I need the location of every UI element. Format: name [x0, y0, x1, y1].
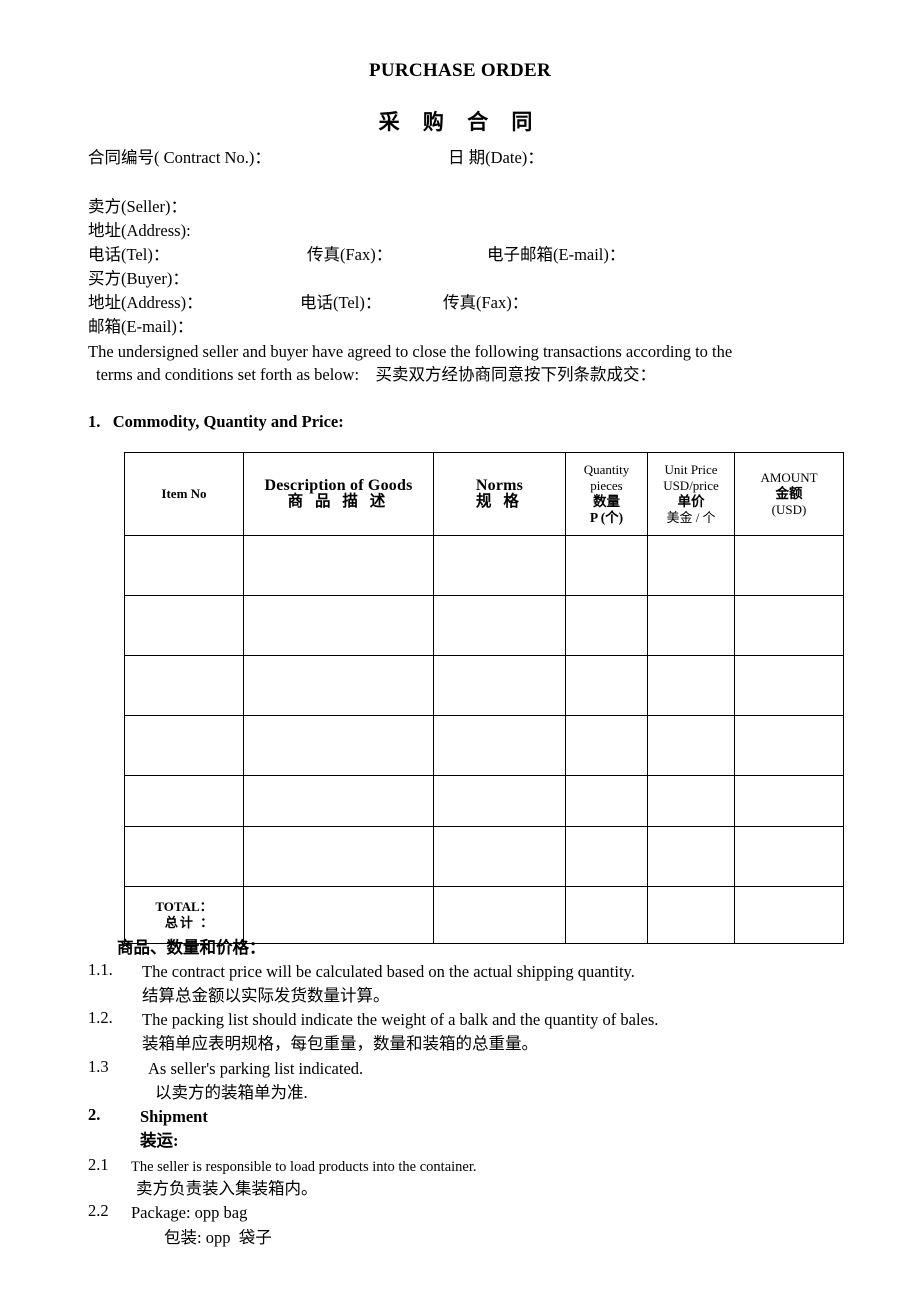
- clause-1-1-chinese: 结算总金额以实际发货数量计算。: [142, 986, 390, 1005]
- clause-2-2-chinese: 包装: opp 袋子: [164, 1228, 272, 1247]
- cell-item-no[interactable]: [124, 535, 244, 596]
- column-header-amount: AMOUNT 金额 (USD): [734, 452, 844, 536]
- cell-norms[interactable]: [433, 775, 566, 827]
- cell-quantity[interactable]: [565, 826, 648, 887]
- clause-1-2-chinese: 装箱单应表明规格，每包重量，数量和装箱的总重量。: [142, 1034, 538, 1053]
- buyer-email-label: 邮箱(E-mail)：: [88, 317, 194, 336]
- commodity-table: Item No Description of Goods 商 品 描 述 Nor…: [124, 452, 844, 944]
- page-title-english: PURCHASE ORDER: [368, 60, 552, 81]
- cell-description[interactable]: [243, 655, 434, 716]
- cell-amount[interactable]: [734, 826, 844, 887]
- clause-1-3-chinese: 以卖方的装箱单为准.: [155, 1083, 308, 1102]
- seller-label: 卖方(Seller)：: [88, 197, 187, 216]
- seller-tel-label: 电话(Tel)：: [88, 245, 170, 264]
- cell-quantity[interactable]: [565, 535, 648, 596]
- total-cell-unit-price[interactable]: [647, 886, 735, 944]
- total-cell-amount[interactable]: [734, 886, 844, 944]
- cell-unit-price[interactable]: [647, 535, 735, 596]
- cell-amount[interactable]: [734, 535, 844, 596]
- cell-amount[interactable]: [734, 775, 844, 827]
- clause-1-3-english: As seller's parking list indicated.: [148, 1059, 364, 1078]
- section-2-heading-english: Shipment: [140, 1107, 208, 1126]
- clause-2-1-number: 2.1: [88, 1155, 109, 1174]
- cell-quantity[interactable]: [565, 715, 648, 776]
- table-row[interactable]: [124, 595, 844, 656]
- buyer-label: 买方(Buyer)：: [88, 269, 189, 288]
- buyer-address-label: 地址(Address)：: [88, 293, 203, 312]
- cell-norms[interactable]: [433, 595, 566, 656]
- cell-norms[interactable]: [433, 826, 566, 887]
- clause-2-1-chinese: 卖方负责装入集装箱内。: [136, 1179, 318, 1198]
- cell-description[interactable]: [243, 715, 434, 776]
- commodity-table-wrapper: Item No Description of Goods 商 品 描 述 Nor…: [124, 452, 844, 944]
- cell-quantity[interactable]: [565, 655, 648, 716]
- cell-norms[interactable]: [433, 655, 566, 716]
- cell-description[interactable]: [243, 775, 434, 827]
- seller-fax-label: 传真(Fax)：: [307, 245, 393, 264]
- agreement-line-2: terms and conditions set forth as below:…: [96, 365, 657, 384]
- cell-amount[interactable]: [734, 715, 844, 776]
- cell-item-no[interactable]: [124, 595, 244, 656]
- agreement-line-1: The undersigned seller and buyer have ag…: [88, 342, 733, 361]
- date-label: 日 期(Date)：: [448, 148, 544, 167]
- cell-norms[interactable]: [433, 535, 566, 596]
- cell-item-no[interactable]: [124, 655, 244, 716]
- clause-1-3-number: 1.3: [88, 1057, 109, 1076]
- total-cell-norms[interactable]: [433, 886, 566, 944]
- cell-item-no[interactable]: [124, 715, 244, 776]
- table-header-row: Item No Description of Goods 商 品 描 述 Nor…: [124, 452, 844, 536]
- clause-1-2-number: 1.2.: [88, 1008, 113, 1027]
- cell-amount[interactable]: [734, 595, 844, 656]
- clause-2-2-number: 2.2: [88, 1201, 109, 1220]
- cell-description[interactable]: [243, 535, 434, 596]
- table-row[interactable]: [124, 775, 844, 827]
- cell-amount[interactable]: [734, 655, 844, 716]
- clause-1-2-english: The packing list should indicate the wei…: [142, 1010, 659, 1029]
- cell-unit-price[interactable]: [647, 595, 735, 656]
- total-label-chinese: 总计 ：: [164, 915, 216, 930]
- column-header-quantity: Quantity pieces 数量 P (个): [565, 452, 648, 536]
- section-1-heading: 1. Commodity, Quantity and Price:: [88, 412, 344, 431]
- clause-1-1-english: The contract price will be calculated ba…: [142, 962, 635, 981]
- clause-2-1-english: The seller is responsible to load produc…: [131, 1159, 477, 1175]
- cell-unit-price[interactable]: [647, 715, 735, 776]
- cell-description[interactable]: [243, 595, 434, 656]
- total-cell-quantity[interactable]: [565, 886, 648, 944]
- table-row[interactable]: [124, 826, 844, 887]
- column-header-unit-price: Unit Price USD/price 单价 美金 / 个: [647, 452, 735, 536]
- clause-2-2-english: Package: opp bag: [131, 1203, 248, 1222]
- seller-email-label: 电子邮箱(E-mail)：: [487, 245, 626, 264]
- table-total-row[interactable]: TOTAL： 总计 ：: [124, 886, 844, 944]
- column-header-description: Description of Goods 商 品 描 述: [243, 452, 434, 536]
- total-cell-description[interactable]: [243, 886, 434, 944]
- table-row[interactable]: [124, 655, 844, 716]
- contract-no-label: 合同编号( Contract No.)：: [88, 148, 271, 167]
- cell-item-no[interactable]: [124, 826, 244, 887]
- page-title-chinese: 采 购 合 同: [378, 110, 542, 134]
- table-row[interactable]: [124, 535, 844, 596]
- buyer-tel-label: 电话(Tel)：: [300, 293, 382, 312]
- section-1-heading-chinese: 商品、数量和价格：: [117, 938, 266, 957]
- cell-unit-price[interactable]: [647, 655, 735, 716]
- purchase-order-document: PURCHASE ORDER 采 购 合 同 合同编号( Contract No…: [0, 0, 920, 1302]
- cell-quantity[interactable]: [565, 595, 648, 656]
- total-label-english: TOTAL：: [155, 899, 213, 914]
- cell-unit-price[interactable]: [647, 826, 735, 887]
- section-2-heading-chinese: 装运:: [140, 1131, 179, 1150]
- cell-unit-price[interactable]: [647, 775, 735, 827]
- cell-quantity[interactable]: [565, 775, 648, 827]
- section-2-number: 2.: [88, 1105, 101, 1124]
- column-header-item-no: Item No: [124, 452, 244, 536]
- cell-item-no[interactable]: [124, 775, 244, 827]
- seller-address-label: 地址(Address):: [88, 221, 191, 240]
- table-row[interactable]: [124, 715, 844, 776]
- buyer-fax-label: 传真(Fax)：: [443, 293, 529, 312]
- total-label-cell: TOTAL： 总计 ：: [124, 886, 244, 944]
- cell-description[interactable]: [243, 826, 434, 887]
- clause-1-1-number: 1.1.: [88, 960, 113, 979]
- cell-norms[interactable]: [433, 715, 566, 776]
- column-header-norms: Norms 规 格: [433, 452, 566, 536]
